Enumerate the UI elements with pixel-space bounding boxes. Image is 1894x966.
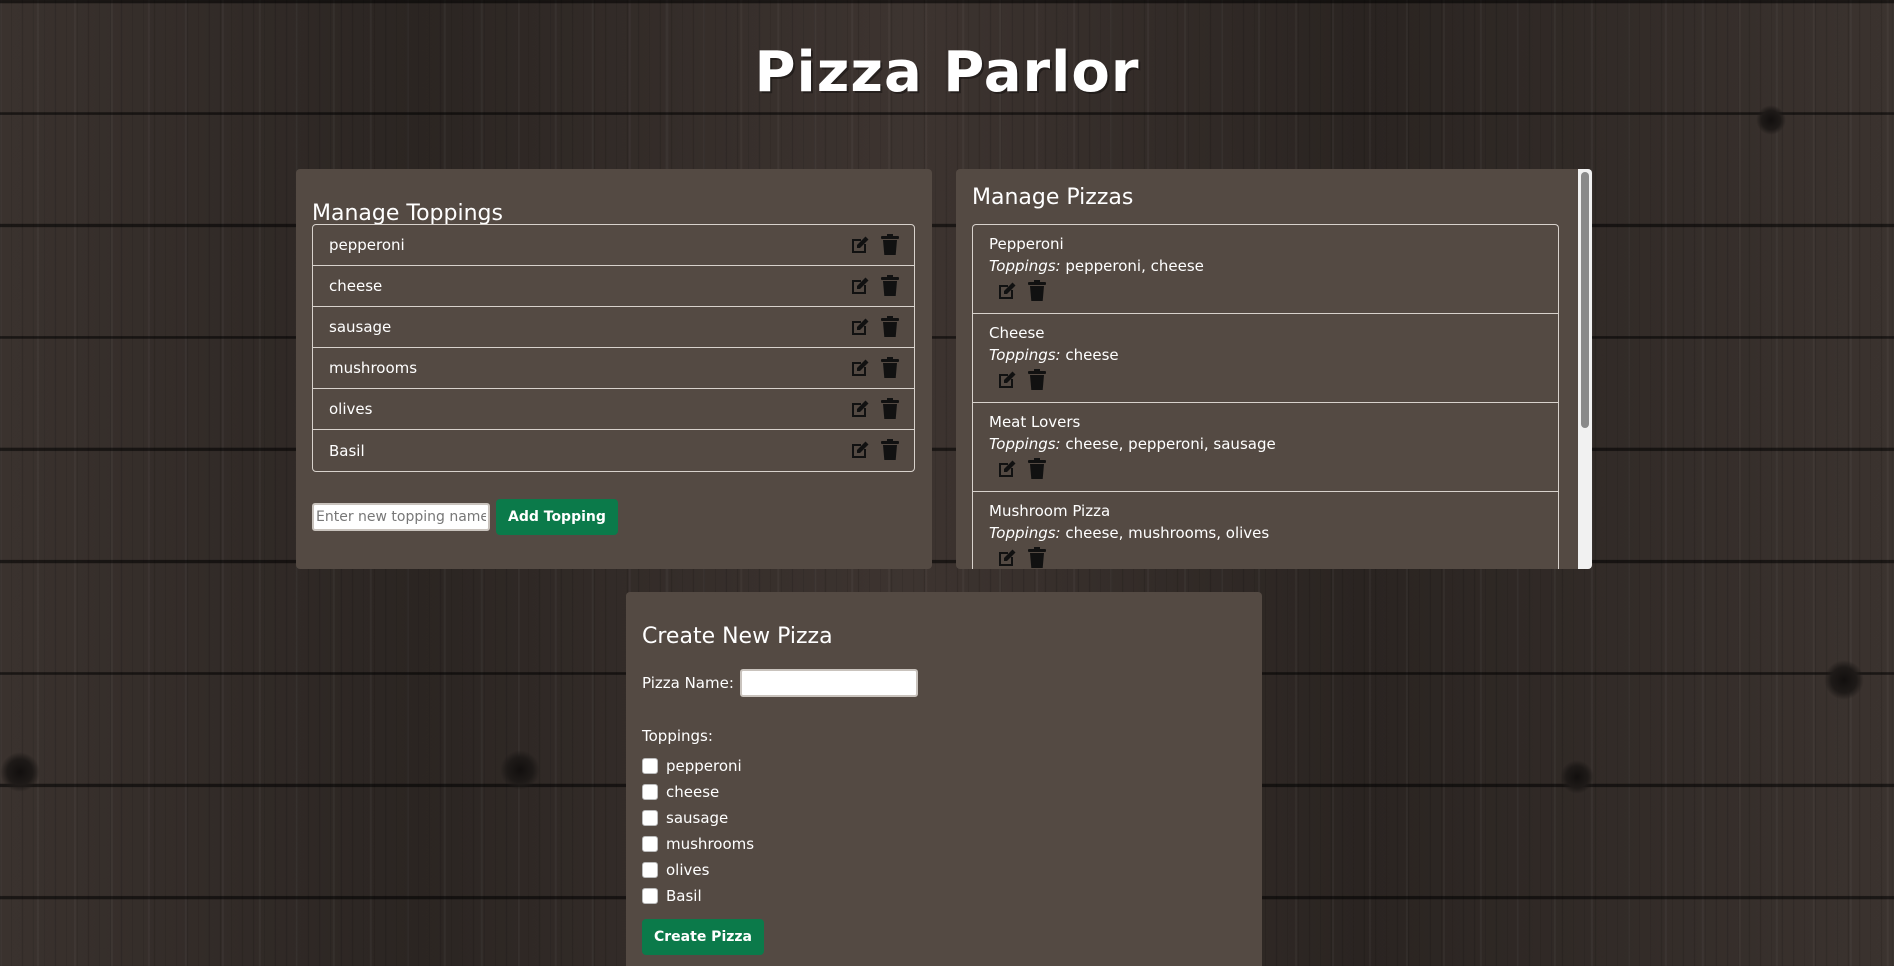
list-item: Meat Lovers Toppings: cheese, pepperoni,… — [973, 403, 1558, 492]
trash-icon[interactable] — [1027, 369, 1047, 391]
list-item: cheese — [313, 266, 914, 307]
list-item: Mushroom Pizza Toppings: cheese, mushroo… — [973, 492, 1558, 569]
trash-icon[interactable] — [880, 357, 900, 379]
create-pizza-button[interactable]: Create Pizza — [642, 919, 764, 955]
topping-checkbox[interactable] — [642, 758, 658, 774]
edit-icon[interactable] — [850, 439, 870, 461]
edit-icon[interactable] — [997, 369, 1017, 391]
pizza-name-label: Pizza Name: — [642, 674, 734, 692]
trash-icon[interactable] — [880, 439, 900, 461]
create-heading: Create New Pizza — [642, 624, 833, 649]
pizza-list: Pepperoni Toppings: pepperoni, cheese Ch… — [972, 224, 1559, 569]
trash-icon[interactable] — [880, 234, 900, 256]
topping-option: Basil — [642, 883, 1246, 909]
toppings-prefix: Toppings: — [989, 257, 1061, 275]
topping-checkbox[interactable] — [642, 810, 658, 826]
trash-icon[interactable] — [880, 398, 900, 420]
topping-label: Basil — [329, 441, 365, 460]
pizza-name: Cheese — [989, 324, 1045, 342]
list-item: pepperoni — [313, 225, 914, 266]
topping-label: sausage — [329, 318, 392, 336]
toppings-heading: Manage Toppings — [312, 201, 503, 226]
topping-checklist: pepperoni cheese sausage mushrooms olive… — [642, 753, 1246, 909]
checkbox-label: cheese — [666, 783, 720, 801]
topping-label: mushrooms — [329, 359, 418, 377]
list-item: olives — [313, 389, 914, 430]
toppings-value: cheese, mushrooms, olives — [1065, 524, 1270, 542]
edit-icon[interactable] — [850, 398, 870, 420]
wood-knot — [1756, 105, 1786, 135]
manage-toppings-panel: Manage Toppings pepperoni cheese sausage… — [296, 169, 932, 569]
topping-checkbox[interactable] — [642, 862, 658, 878]
edit-icon[interactable] — [850, 316, 870, 338]
pizza-name: Pepperoni — [989, 235, 1064, 253]
pizza-name: Mushroom Pizza — [989, 502, 1111, 520]
edit-icon[interactable] — [850, 275, 870, 297]
list-item: Cheese Toppings: cheese — [973, 314, 1558, 403]
wood-knot — [1560, 760, 1594, 794]
toppings-value: cheese — [1065, 346, 1119, 364]
checkbox-label: olives — [666, 861, 710, 879]
trash-icon[interactable] — [1027, 547, 1047, 569]
pizza-name: Meat Lovers — [989, 413, 1081, 431]
edit-icon[interactable] — [997, 547, 1017, 569]
trash-icon[interactable] — [1027, 458, 1047, 480]
checkbox-label: mushrooms — [666, 835, 755, 853]
pizza-name-input[interactable] — [739, 669, 918, 697]
list-item: mushrooms — [313, 348, 914, 389]
topping-option: cheese — [642, 779, 1246, 805]
topping-list: pepperoni cheese sausage mushrooms olive… — [312, 224, 915, 472]
trash-icon[interactable] — [880, 316, 900, 338]
topping-label: pepperoni — [329, 236, 405, 254]
edit-icon[interactable] — [850, 357, 870, 379]
trash-icon[interactable] — [1027, 280, 1047, 302]
list-item: Pepperoni Toppings: pepperoni, cheese — [973, 225, 1558, 314]
topping-option: mushrooms — [642, 831, 1246, 857]
checkbox-label: pepperoni — [666, 757, 742, 775]
topping-checkbox[interactable] — [642, 784, 658, 800]
topping-checkbox[interactable] — [642, 888, 658, 904]
checkbox-label: sausage — [666, 809, 729, 827]
wood-knot — [500, 750, 540, 790]
pizza-toppings: Toppings: pepperoni, cheese — [989, 254, 1542, 278]
create-pizza-panel: Create New Pizza Pizza Name: Toppings: p… — [626, 592, 1262, 966]
topping-option: olives — [642, 857, 1246, 883]
toppings-value: cheese, pepperoni, sausage — [1065, 435, 1276, 453]
manage-pizzas-panel: Manage Pizzas Pepperoni Toppings: pepper… — [956, 169, 1592, 569]
topping-label: cheese — [329, 277, 383, 295]
topping-option: sausage — [642, 805, 1246, 831]
wood-knot — [0, 752, 40, 792]
edit-icon[interactable] — [997, 458, 1017, 480]
edit-icon[interactable] — [850, 234, 870, 256]
toppings-prefix: Toppings: — [989, 346, 1061, 364]
toppings-prefix: Toppings: — [989, 524, 1061, 542]
pizza-toppings: Toppings: cheese — [989, 343, 1542, 367]
toppings-label: Toppings: — [642, 727, 713, 745]
scrollbar-thumb[interactable] — [1581, 172, 1589, 428]
trash-icon[interactable] — [880, 275, 900, 297]
list-item: Basil — [313, 430, 914, 471]
scrollbar[interactable] — [1578, 169, 1592, 569]
toppings-prefix: Toppings: — [989, 435, 1061, 453]
topping-checkbox[interactable] — [642, 836, 658, 852]
list-item: sausage — [313, 307, 914, 348]
pizzas-heading: Manage Pizzas — [972, 185, 1134, 210]
add-topping-button[interactable]: Add Topping — [496, 499, 618, 535]
pizza-toppings: Toppings: cheese, pepperoni, sausage — [989, 432, 1542, 456]
pizza-toppings: Toppings: cheese, mushrooms, olives — [989, 521, 1542, 545]
topping-label: olives — [329, 400, 373, 418]
wood-knot — [1824, 660, 1864, 700]
new-topping-input[interactable] — [312, 503, 490, 531]
toppings-value: pepperoni, cheese — [1065, 257, 1204, 275]
checkbox-label: Basil — [666, 887, 702, 905]
page-title: Pizza Parlor — [754, 40, 1140, 105]
pizza-name-row: Pizza Name: — [642, 669, 1246, 697]
edit-icon[interactable] — [997, 280, 1017, 302]
add-topping-form: Add Topping — [312, 499, 618, 535]
topping-option: pepperoni — [642, 753, 1246, 779]
